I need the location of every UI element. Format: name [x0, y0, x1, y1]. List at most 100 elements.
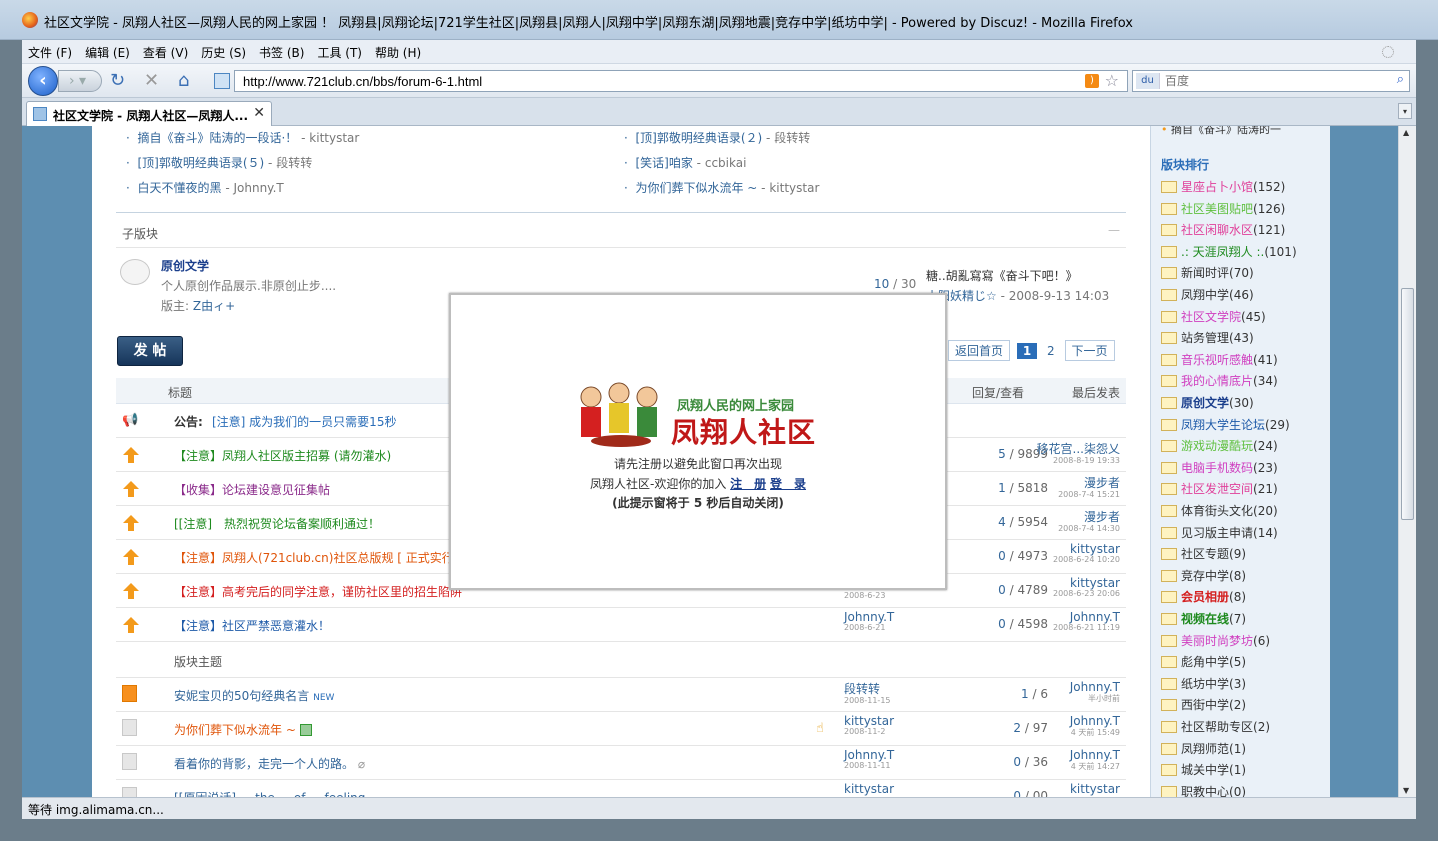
sidebar-item[interactable]: 竞存中学(8)	[1161, 568, 1246, 584]
thread-author[interactable]: Johnny.T 2008-11-11	[844, 748, 894, 770]
last-post[interactable]: 漫步者 2008-7-4 14:30	[1036, 508, 1120, 533]
sidebar-item[interactable]: 社区闲聊水区(121)	[1161, 222, 1285, 238]
sidebar-item-label[interactable]: 城关中学	[1181, 763, 1229, 777]
thread-title[interactable]: 为你们葬下似水流年 ~	[174, 721, 312, 738]
pager-page-2[interactable]: 2	[1041, 343, 1061, 359]
menu-view[interactable]: 查看 (V)	[137, 40, 195, 61]
sidebar-item[interactable]: 音乐视听感触(41)	[1161, 352, 1278, 368]
sidebar-item[interactable]: 凤翔师范(1)	[1161, 741, 1246, 757]
search-bar[interactable]: du ⌕	[1132, 70, 1410, 92]
table-row[interactable]: [[原因说话] ... the ... of ... feeling ... k…	[116, 780, 1126, 797]
last-post[interactable]: Johnny.T 4 天前 14:27	[1036, 748, 1120, 772]
sidebar-item[interactable]: 凤翔大学生论坛(29)	[1161, 417, 1290, 433]
menu-file[interactable]: 文件 (F)	[22, 40, 79, 61]
thread-title[interactable]: 看着你的背影，走完一个人的路。 ⌀	[174, 755, 365, 772]
last-post[interactable]: kittystar 2008-6-23 20:06	[1036, 576, 1120, 598]
pager-next-link[interactable]: 下一页	[1064, 340, 1115, 361]
sidebar-item[interactable]: 新闻时评(70)	[1161, 265, 1254, 281]
table-row[interactable]: 【注意】社区严禁恶意灌水！ Johnny.T 2008-6-21 0 / 4598…	[116, 608, 1126, 642]
moderator-link[interactable]: Z由ィ+	[193, 299, 235, 313]
sidebar-item-label[interactable]: 社区美图贴吧	[1181, 202, 1253, 216]
back-button[interactable]: ‹	[28, 66, 58, 96]
sidebar-item-label[interactable]: 职教中心	[1181, 785, 1229, 797]
top-link-item[interactable]: · 为你们葬下似水流年 ~ - kittystar	[624, 179, 819, 196]
home-icon[interactable]: ⌂	[178, 71, 189, 91]
sidebar-item-label[interactable]: 竞存中学	[1181, 569, 1229, 583]
menu-history[interactable]: 历史 (S)	[195, 40, 253, 61]
last-post[interactable]: Johnny.T 4 天前 15:49	[1036, 714, 1120, 738]
last-post[interactable]: Johnny.T 2008-6-21 11:19	[1036, 610, 1120, 632]
sidebar-item-label[interactable]: 社区发泄空间	[1181, 482, 1253, 496]
thread-title[interactable]: 【收集】论坛建设意见征集帖	[174, 481, 330, 498]
sidebar-item-label[interactable]: 美丽时尚梦坊	[1181, 634, 1253, 648]
thread-title[interactable]: [[注意] 热烈祝贺论坛备案顺利通过！	[174, 515, 380, 532]
sidebar-item-label[interactable]: 凤翔中学	[1181, 288, 1229, 302]
tab-list-dropdown[interactable]: ▾	[1398, 103, 1412, 119]
sidebar-item-label[interactable]: 见习版主申请	[1181, 526, 1253, 540]
collapse-button[interactable]: —	[1108, 223, 1120, 237]
menu-bookmarks[interactable]: 书签 (B)	[253, 40, 311, 61]
last-post[interactable]: Johnny.T 半小时前	[1036, 680, 1120, 704]
thread-author[interactable]: Johnny.T 2008-6-21	[844, 610, 894, 632]
thread-author[interactable]: kittystar 2008-11-2	[844, 714, 894, 736]
sidebar-item-label[interactable]: 电脑手机数码	[1181, 461, 1253, 475]
menu-tools[interactable]: 工具 (T)	[311, 40, 369, 61]
top-link-item[interactable]: · [笑话]咱家 - ccbikai	[624, 154, 746, 171]
thread-title[interactable]: 【注意】社区严禁恶意灌水！	[174, 617, 330, 634]
url-text[interactable]: http://www.721club.cn/bbs/forum-6-1.html	[243, 74, 482, 89]
sidebar-item-label[interactable]: 社区文学院	[1181, 310, 1241, 324]
register-link[interactable]: 注 册	[730, 477, 766, 491]
subforum-link[interactable]: 原创文学	[161, 257, 209, 274]
sidebar-item-label[interactable]: 彪角中学	[1181, 655, 1229, 669]
thread-author[interactable]: 段转转 2008-11-15	[844, 680, 891, 705]
menu-edit[interactable]: 编辑 (E)	[79, 40, 137, 61]
last-post[interactable]: 漫步者 2008-7-4 15:21	[1036, 474, 1120, 499]
search-engine-icon[interactable]: du	[1136, 73, 1160, 89]
scrollbar-thumb[interactable]	[1401, 288, 1414, 520]
scroll-down-icon[interactable]: ▼	[1403, 786, 1409, 795]
thread-title[interactable]: 【注意】凤翔人(721club.cn)社区总版规 [ 正式实行	[174, 549, 454, 566]
sidebar-item-label[interactable]: 我的心情底片	[1181, 374, 1253, 388]
top-link-item[interactable]: · [顶]郭敬明经典语录(２) - 段转转	[624, 129, 810, 146]
table-row[interactable]: 安妮宝贝的50句经典名言 NEW 段转转 2008-11-15 1 / 6 Joh…	[116, 678, 1126, 712]
sidebar-item[interactable]: 社区美图贴吧(126)	[1161, 201, 1285, 217]
menu-help[interactable]: 帮助 (H)	[369, 40, 428, 61]
sidebar-item-label[interactable]: 社区闲聊水区	[1181, 223, 1253, 237]
bookmark-star-icon[interactable]: ☆	[1105, 71, 1119, 90]
sidebar-item[interactable]: 城关中学(1)	[1161, 762, 1246, 778]
sidebar-item-label[interactable]: 星座占卜小馆	[1181, 180, 1253, 194]
sidebar-item[interactable]: 凤翔中学(46)	[1161, 287, 1254, 303]
search-input[interactable]	[1165, 73, 1385, 89]
sidebar-item[interactable]: 社区专题(9)	[1161, 546, 1246, 562]
sidebar-item[interactable]: 游戏动漫酷玩(24)	[1161, 438, 1278, 454]
last-post[interactable]: kittystar	[1036, 782, 1120, 796]
top-link-item[interactable]: · 摘自《奋斗》陆涛的一段话·！ - kittystar	[126, 129, 359, 146]
sidebar-item-label[interactable]: 音乐视听感触	[1181, 353, 1253, 367]
sidebar-item[interactable]: 电脑手机数码(23)	[1161, 460, 1278, 476]
sidebar-item-label[interactable]: 体育街头文化	[1181, 504, 1253, 518]
search-icon[interactable]: ⌕	[1397, 72, 1404, 87]
top-link-item[interactable]: · 白天不懂夜的黑 - Johnny.T	[126, 179, 284, 196]
sidebar-item-label[interactable]: 新闻时评	[1181, 266, 1229, 280]
last-post[interactable]: kittystar 2008-6-24 10:20	[1036, 542, 1120, 564]
sidebar-item[interactable]: 职教中心(0)	[1161, 784, 1246, 797]
sidebar-item[interactable]: 原创文学(30)	[1161, 395, 1254, 411]
sidebar-top-item[interactable]: • 摘自《奋斗》陆涛的一	[1161, 126, 1281, 137]
sidebar-item[interactable]: 站务管理(43)	[1161, 330, 1254, 346]
thread-title[interactable]: 【注意】高考完后的同学注意，谨防社区里的招生陷阱	[174, 583, 462, 600]
sidebar-item-label[interactable]: 凤翔大学生论坛	[1181, 418, 1265, 432]
sidebar-item[interactable]: 视频在线(7)	[1161, 611, 1246, 627]
stop-icon[interactable]: ✕	[144, 71, 159, 91]
vertical-scrollbar[interactable]: ▲ ▼	[1398, 126, 1416, 797]
sidebar-item-label[interactable]: 社区帮助专区	[1181, 720, 1253, 734]
url-bar[interactable]: http://www.721club.cn/bbs/forum-6-1.html…	[234, 70, 1128, 92]
thread-author[interactable]: kittystar	[844, 782, 894, 796]
sidebar-item[interactable]: 美丽时尚梦坊(6)	[1161, 633, 1270, 649]
tab-active[interactable]: 社区文学院 - 凤翔人社区—凤翔人... ✕	[26, 101, 272, 126]
sidebar-item[interactable]: .: 天涯凤翔人 :.(101)	[1161, 244, 1297, 260]
sidebar-item[interactable]: 彪角中学(5)	[1161, 654, 1246, 670]
sidebar-item-label[interactable]: 会员相册	[1181, 590, 1229, 604]
new-post-button[interactable]: 发 帖	[117, 336, 183, 366]
pager-back-link[interactable]: 返回首页	[948, 340, 1011, 361]
thread-title[interactable]: 安妮宝贝的50句经典名言 NEW	[174, 687, 334, 704]
